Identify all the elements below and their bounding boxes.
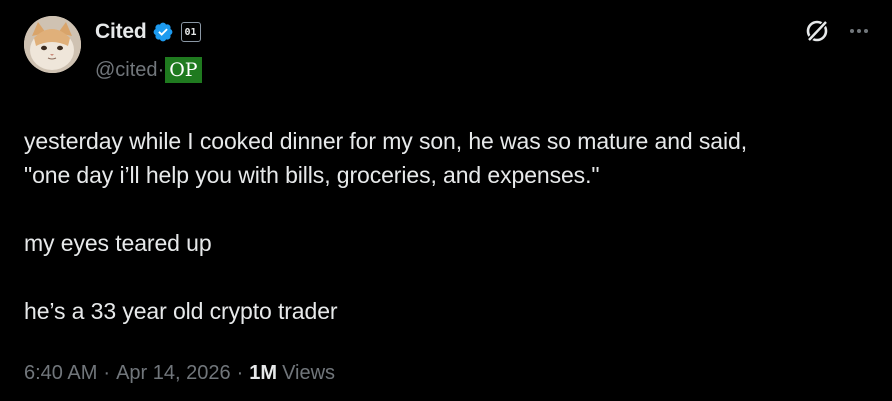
views-label: Views xyxy=(282,362,336,384)
post-line: he’s a 33 year old crypto trader xyxy=(24,298,338,324)
views-count: 1M xyxy=(249,362,278,384)
handle-separator: · xyxy=(157,58,165,81)
meta-separator: · xyxy=(103,362,111,384)
grok-icon[interactable] xyxy=(804,18,830,44)
post-line: my eyes teared up xyxy=(24,230,212,256)
post-text: yesterday while I cooked dinner for my s… xyxy=(24,124,874,328)
more-options-icon[interactable] xyxy=(848,24,870,38)
op-badge: OP xyxy=(165,57,202,83)
author-display-name[interactable]: Cited xyxy=(95,20,147,44)
verified-badge-icon[interactable] xyxy=(152,21,174,43)
author-handle[interactable]: @cited xyxy=(95,59,158,82)
affiliation-badge[interactable]: 01 xyxy=(180,22,201,42)
meta-separator: · xyxy=(236,362,244,384)
author-name-row: Cited 01 xyxy=(95,18,201,46)
post-time[interactable]: 6:40 AM xyxy=(24,362,97,385)
post-date[interactable]: Apr 14, 2026 xyxy=(116,362,231,385)
post-line: yesterday while I cooked dinner for my s… xyxy=(24,128,747,154)
author-handle-row: @cited · OP xyxy=(95,56,202,84)
cat-avatar-icon xyxy=(24,16,81,73)
post-card: Cited 01 @cited · OP yesterday while I c… xyxy=(0,0,892,401)
avatar[interactable] xyxy=(24,16,81,73)
post-line: "one day i’ll help you with bills, groce… xyxy=(24,162,600,188)
post-meta: 6:40 AM · Apr 14, 2026 · 1M Views xyxy=(24,362,335,385)
